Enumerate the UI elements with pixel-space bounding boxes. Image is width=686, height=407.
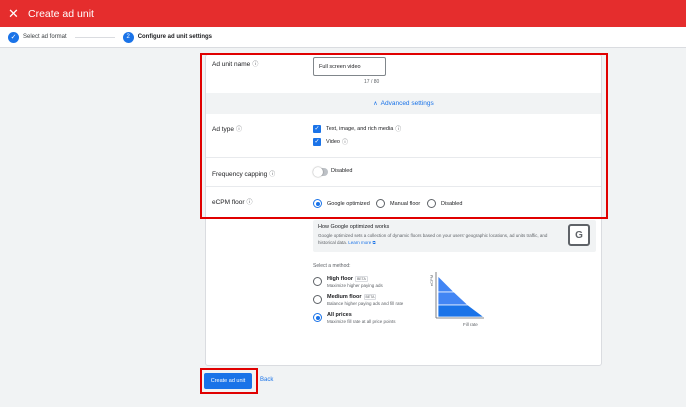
step-connector [74,36,115,38]
create-ad-unit-button[interactable]: Create ad unit [204,373,252,389]
option-all-prices[interactable]: All prices Maximize fill rate at all pri… [313,312,396,324]
back-link[interactable]: Back [260,377,273,383]
google-chip-icon: G [568,224,590,246]
option-medium-floor[interactable]: Medium floor BETA Balance higher paying a… [313,293,403,306]
step-select-ad-format[interactable]: Select ad format [23,34,67,40]
page-title: Create ad unit [28,7,94,20]
info-title: How Google optimized works [318,224,390,230]
option-high-floor[interactable]: High floor BETA Maximize higher paying ad… [313,275,383,288]
floor-illustration [435,272,486,319]
check-circle-icon: ✓ [8,31,19,43]
chart-x-label: Fill rate [463,322,478,327]
method-title: Select a method: [313,263,351,269]
app-header: ✕ Create ad unit [0,0,686,27]
step-number-badge: 2 [122,31,134,43]
step-configure-settings: Configure ad unit settings [137,34,213,40]
info-text: Google optimized sets a collection of dy… [318,233,548,245]
radio-unselected-icon[interactable] [313,277,322,286]
stepper: ✓ Select ad format 2 Configure ad unit s… [0,27,686,48]
close-icon[interactable]: ✕ [8,0,28,27]
highlight-frame [200,53,608,219]
radio-selected-icon[interactable] [313,313,322,322]
learn-more-link[interactable]: Learn more ⧉ [348,240,375,245]
radio-unselected-icon[interactable] [313,295,322,304]
beta-badge: BETA [354,275,368,282]
google-optimized-info: How Google optimized works Google optimi… [313,220,596,252]
beta-badge: BETA [363,293,377,300]
